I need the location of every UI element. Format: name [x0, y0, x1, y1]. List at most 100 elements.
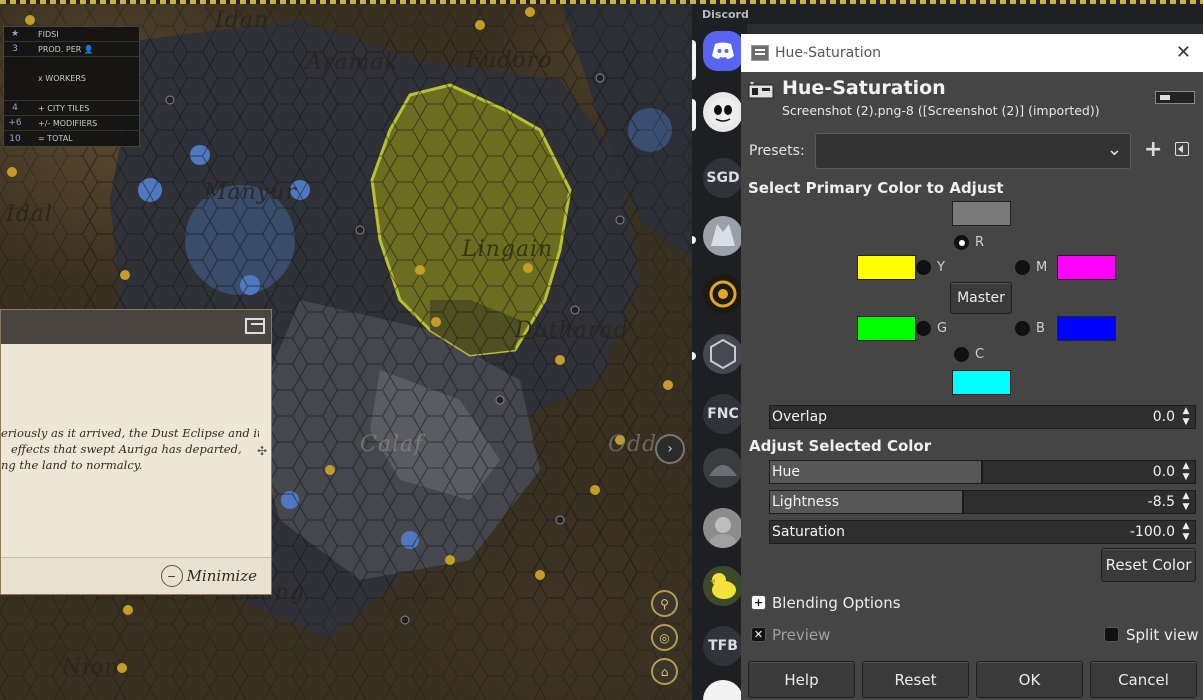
map-label-odd: Odd: [608, 432, 658, 457]
reset-button[interactable]: Reset: [862, 661, 969, 698]
filter-icon[interactable]: ⚲: [651, 590, 678, 617]
stats-value: 4: [12, 103, 18, 113]
wolf-avatar-icon[interactable]: [703, 216, 743, 256]
window-titlebar[interactable]: Hue-Saturation ✕: [741, 34, 1203, 72]
hex-logo-icon[interactable]: [703, 334, 743, 374]
event-popup-footer: − Minimize: [1, 557, 271, 594]
map-label-nion: Nion: [62, 655, 120, 680]
hue-spinscale[interactable]: Hue 0.0 ▲ ▼: [769, 460, 1196, 484]
presets-dropdown[interactable]: ⌄: [815, 133, 1131, 169]
map-label-idal: Idal: [6, 202, 53, 227]
overlap-spinscale[interactable]: Overlap 0.0 ▲ ▼: [769, 405, 1196, 429]
expand-icon[interactable]: +: [751, 595, 766, 610]
primary-color-heading: Select Primary Color to Adjust: [748, 179, 1004, 197]
stats-label: FIDSI: [38, 29, 59, 39]
map-label-manyur: Manyur: [204, 180, 297, 205]
coin-icon[interactable]: ◎: [651, 624, 678, 651]
restore-window-icon[interactable]: [245, 318, 265, 334]
swatch-red[interactable]: [952, 201, 1011, 226]
event-popup: eriously as it arrived, the Dust Eclipse…: [0, 309, 272, 595]
radio-blue[interactable]: [1015, 321, 1030, 336]
server-tfb[interactable]: TFB: [703, 626, 743, 666]
swatch-magenta[interactable]: [1057, 255, 1116, 280]
blending-options-expander[interactable]: Blending Options: [772, 594, 901, 612]
discord-title: Discord: [702, 8, 749, 21]
radio-yellow[interactable]: [916, 260, 931, 275]
stats-row: 4 + CITY TILES: [4, 101, 139, 116]
image-subtitle: Screenshot (2).png-8 ([Screenshot (2)] (…: [782, 103, 1100, 118]
stats-row: 3 PROD. PER 👤: [4, 42, 139, 57]
checkmark-icon: ✕: [753, 628, 764, 641]
split-view-checkbox[interactable]: [1104, 627, 1119, 642]
selected-server-indicator: [692, 40, 696, 80]
server-fnc[interactable]: FNC: [703, 394, 743, 434]
close-icon[interactable]: ✕: [1176, 42, 1191, 63]
lightness-value: -8.5: [1147, 494, 1175, 510]
help-button[interactable]: Help: [748, 661, 855, 698]
stats-row: +6 +/- MODIFIERS: [4, 116, 139, 131]
dark-avatar-icon[interactable]: [703, 448, 743, 488]
link-icon[interactable]: ✣: [257, 444, 267, 458]
production-stats-panel: ★ FIDSI 3 PROD. PER 👤 x WORKERS 4 + CITY TI…: [3, 26, 140, 147]
map-label-aramak: Aramak: [306, 50, 399, 75]
preview-label: Preview: [772, 626, 831, 644]
window-title: Hue-Saturation: [775, 45, 882, 61]
golden-emblem-icon[interactable]: [703, 274, 743, 314]
face-avatar-icon[interactable]: [703, 508, 743, 548]
image-thumbnail: [1155, 91, 1195, 104]
ok-button[interactable]: OK: [976, 661, 1083, 698]
server-label: SGD: [706, 170, 740, 186]
spin-arrows-icon[interactable]: ▲ ▼: [1180, 406, 1192, 428]
preview-checkbox[interactable]: ✕: [751, 627, 766, 642]
map-label-fudoro: Fudoro: [466, 48, 553, 73]
radio-magenta[interactable]: [1015, 260, 1030, 275]
duck-avatar-icon[interactable]: [703, 566, 743, 606]
spin-arrows-icon[interactable]: ▲ ▼: [1180, 461, 1192, 483]
screen: Idan Aramak Fudoro Manyur Lingain Duthar…: [0, 0, 1203, 700]
stats-value: +6: [8, 118, 22, 128]
stats-row: 10 = TOTAL: [4, 131, 139, 146]
lightness-spinscale[interactable]: Lightness -8.5 ▲ ▼: [769, 490, 1196, 514]
stats-row: x WORKERS: [4, 57, 139, 101]
tool-name: Hue-Saturation: [782, 77, 946, 99]
overlap-label: Overlap: [772, 409, 828, 425]
cancel-button[interactable]: Cancel: [1090, 661, 1197, 698]
game-map[interactable]: Idan Aramak Fudoro Manyur Lingain Duthar…: [0, 0, 692, 700]
stats-label: x WORKERS: [38, 74, 86, 83]
label-green: G: [937, 321, 948, 336]
stats-row: ★ FIDSI: [4, 27, 139, 42]
gimp-app-icon: [751, 45, 769, 61]
saturation-value: -100.0: [1129, 524, 1175, 540]
swatch-green[interactable]: [857, 316, 916, 341]
stats-value: 10: [9, 133, 21, 144]
map-label-lingain: Lingain: [462, 237, 554, 262]
discord-logo-icon[interactable]: [703, 31, 743, 71]
minimize-button[interactable]: − Minimize: [160, 565, 257, 587]
unread-indicator: [692, 99, 696, 131]
dialog-header: Hue-Saturation Screenshot (2).png-8 ([Sc…: [741, 72, 1203, 122]
server-label: TFB: [708, 638, 738, 654]
swatch-cyan[interactable]: [952, 370, 1011, 395]
swatch-yellow[interactable]: [857, 255, 916, 280]
hue-saturation-tool-icon: [748, 82, 774, 99]
swatch-blue[interactable]: [1057, 316, 1116, 341]
spin-arrows-icon[interactable]: ▲ ▼: [1180, 521, 1192, 543]
server-sgd[interactable]: SGD: [703, 158, 743, 198]
star-icon: ★: [10, 29, 20, 39]
saturation-spinscale[interactable]: Saturation -100.0 ▲ ▼: [769, 520, 1196, 544]
hue-label: Hue: [772, 464, 801, 480]
skull-avatar-icon[interactable]: [703, 92, 743, 132]
master-button[interactable]: Master: [950, 282, 1012, 314]
radio-green[interactable]: [916, 321, 931, 336]
radio-red[interactable]: [954, 235, 969, 250]
next-arrow-button[interactable]: ›: [655, 434, 685, 464]
preset-menu-icon[interactable]: [1175, 142, 1189, 156]
building-icon[interactable]: ⌂: [651, 658, 678, 685]
lightness-label: Lightness: [772, 494, 840, 510]
spin-arrows-icon[interactable]: ▲ ▼: [1180, 491, 1192, 513]
radio-cyan[interactable]: [954, 347, 969, 362]
chevron-down-icon: ⌄: [1106, 139, 1122, 160]
stats-label: +/- MODIFIERS: [38, 118, 98, 128]
add-preset-icon[interactable]: +: [1144, 137, 1162, 162]
reset-color-button[interactable]: Reset Color: [1101, 548, 1196, 582]
